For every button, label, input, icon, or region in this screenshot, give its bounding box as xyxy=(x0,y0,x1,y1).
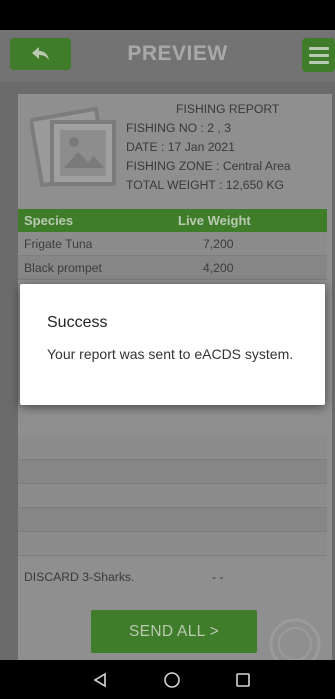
column-species: Species xyxy=(24,213,74,228)
page-title: PREVIEW xyxy=(127,42,228,65)
table-row-empty xyxy=(18,532,327,556)
nav-back-button[interactable] xyxy=(89,669,111,691)
nav-recents-button[interactable] xyxy=(232,669,254,691)
discard-label: DISCARD 3-Sharks. xyxy=(24,570,135,584)
table-row-empty xyxy=(18,484,327,508)
report-image-icon xyxy=(30,106,116,188)
report-date: DATE : 17 Jan 2021 xyxy=(126,140,235,154)
success-dialog[interactable]: Success Your report was sent to eACDS sy… xyxy=(20,284,325,405)
table-row-empty xyxy=(18,508,327,532)
back-button[interactable] xyxy=(10,38,71,70)
menu-button[interactable] xyxy=(302,38,335,72)
dialog-title: Success xyxy=(47,314,108,331)
dialog-message: Your report was sent to eACDS system. xyxy=(47,346,294,362)
report-heading: FISHING REPORT xyxy=(176,102,280,116)
report-header: FISHING REPORT FISHING NO : 2 , 3 DATE :… xyxy=(18,94,332,205)
fishing-zone: FISHING ZONE : Central Area xyxy=(126,159,291,173)
header-bar: PREVIEW xyxy=(0,30,335,82)
column-live-weight: Live Weight xyxy=(178,213,251,228)
nav-recents-icon xyxy=(236,673,250,687)
status-bar xyxy=(0,0,335,30)
send-all-button[interactable]: SEND ALL > xyxy=(91,610,257,653)
total-weight: TOTAL WEIGHT : 12,650 KG xyxy=(126,178,285,192)
system-nav-bar xyxy=(0,660,335,699)
table-header: Species Live Weight xyxy=(18,209,327,232)
nav-back-icon xyxy=(93,672,106,688)
cell-weight: 7,200 xyxy=(203,237,234,251)
fishing-no: FISHING NO : 2 , 3 xyxy=(126,121,231,135)
menu-icon xyxy=(308,46,329,50)
nav-home-icon xyxy=(164,672,180,688)
table-row: Frigate Tuna 7,200 xyxy=(18,232,327,256)
nav-home-button[interactable] xyxy=(161,669,183,691)
stamp-icon xyxy=(269,618,321,660)
table-row-empty xyxy=(18,460,327,484)
discard-value: - - xyxy=(212,570,224,584)
back-arrow-icon xyxy=(31,47,49,60)
table-row-empty xyxy=(18,436,327,460)
report-summary: FISHING REPORT FISHING NO : 2 , 3 DATE :… xyxy=(126,100,291,195)
cell-weight: 4,200 xyxy=(203,261,234,275)
cell-species: Black prompet xyxy=(24,261,102,275)
cell-species: Frigate Tuna xyxy=(24,237,93,251)
table-row: Black prompet 4,200 xyxy=(18,256,327,280)
